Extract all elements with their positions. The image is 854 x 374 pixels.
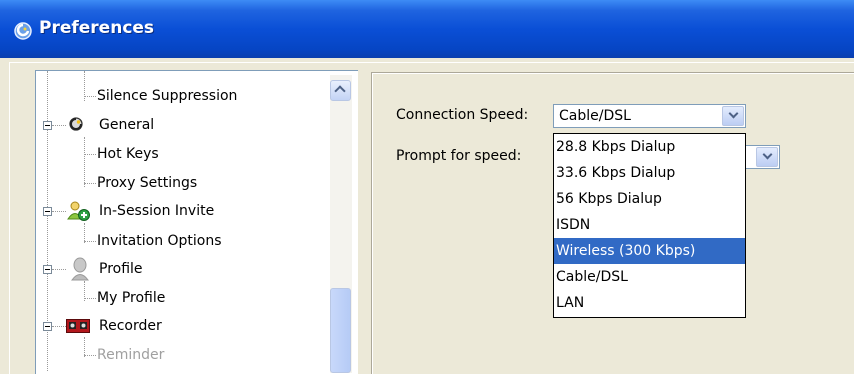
app-logo-icon	[14, 22, 32, 40]
window-title: Preferences	[39, 18, 155, 38]
scroll-up-button[interactable]	[330, 80, 351, 101]
tree-connector	[52, 211, 66, 212]
tree-scrollbar-thumb[interactable]	[330, 288, 351, 373]
tree-item-label: Reminder	[97, 347, 165, 363]
invite-user-icon	[67, 201, 90, 221]
tree-item-hot-keys[interactable]: Hot Keys	[97, 140, 159, 168]
tree-item-silence-suppression[interactable]: Silence Suppression	[97, 82, 237, 110]
collapse-general-button[interactable]	[43, 121, 52, 130]
tree-item-label: Proxy Settings	[97, 175, 198, 191]
tree-connector	[84, 355, 96, 356]
tree-connector	[84, 154, 96, 155]
tree-item-in-session-invite[interactable]: In-Session Invite	[99, 197, 214, 225]
tree-guide-line	[84, 337, 85, 357]
tree-item-label: Invitation Options	[97, 233, 222, 249]
speed-option-cable-dsl[interactable]: Cable/DSL	[554, 264, 745, 290]
tree-item-general[interactable]: General	[99, 111, 154, 139]
speed-option-56-dialup[interactable]: 56 Kbps Dialup	[554, 186, 745, 212]
tree-item-reminder[interactable]: Reminder	[97, 341, 164, 369]
speed-option-isdn[interactable]: ISDN	[554, 212, 745, 238]
tree-item-label: General	[99, 117, 155, 133]
general-settings-icon	[69, 117, 83, 131]
tree-connector	[84, 298, 96, 299]
connection-speed-label: Connection Speed:	[396, 107, 529, 123]
speed-option-wireless[interactable]: Wireless (300 Kbps)	[554, 238, 745, 264]
speed-option-28-8-dialup[interactable]: 28.8 Kbps Dialup	[554, 134, 745, 160]
collapse-profile-button[interactable]	[43, 265, 52, 274]
tree-item-label: Recorder	[99, 318, 162, 334]
tree-item-label: Hot Keys	[97, 146, 159, 162]
connection-speed-select[interactable]: Cable/DSL	[553, 104, 746, 128]
tree-item-label: Profile	[99, 261, 143, 277]
chevron-down-icon[interactable]	[722, 106, 744, 126]
tree-item-invitation-options[interactable]: Invitation Options	[97, 227, 222, 255]
connection-speed-dropdown[interactable]: 28.8 Kbps Dialup 33.6 Kbps Dialup 56 Kbp…	[553, 133, 746, 318]
recorder-tape-icon	[66, 319, 90, 333]
connection-speed-value: Cable/DSL	[559, 108, 631, 124]
chevron-down-icon[interactable]	[756, 147, 778, 167]
tree-connector	[52, 269, 66, 270]
tree-item-label: Silence Suppression	[97, 88, 238, 104]
tree-connector	[52, 125, 66, 126]
collapse-in-session-invite-button[interactable]	[43, 207, 52, 216]
tree-item-profile[interactable]: Profile	[99, 255, 143, 283]
speed-option-lan[interactable]: LAN	[554, 290, 745, 316]
tree-item-label: In-Session Invite	[99, 203, 215, 219]
preferences-tree[interactable]: Silence Suppression General Hot Keys Pro…	[35, 70, 358, 374]
profile-person-icon	[71, 257, 89, 281]
title-bar[interactable]: Preferences	[0, 0, 854, 58]
speed-option-33-6-dialup[interactable]: 33.6 Kbps Dialup	[554, 160, 745, 186]
tree-guide-line	[84, 223, 85, 243]
tree-connector	[52, 326, 66, 327]
tree-item-my-profile[interactable]: My Profile	[97, 284, 165, 312]
collapse-recorder-button[interactable]	[43, 322, 52, 331]
tree-guide-line	[84, 137, 85, 187]
tree-connector	[84, 183, 96, 184]
tree-item-label: My Profile	[97, 290, 166, 306]
prompt-for-speed-label: Prompt for speed:	[396, 148, 522, 164]
tree-item-proxy-settings[interactable]: Proxy Settings	[97, 169, 197, 197]
tree-connector	[84, 96, 96, 97]
tree-item-recorder[interactable]: Recorder	[99, 312, 162, 340]
tree-connector	[84, 241, 96, 242]
